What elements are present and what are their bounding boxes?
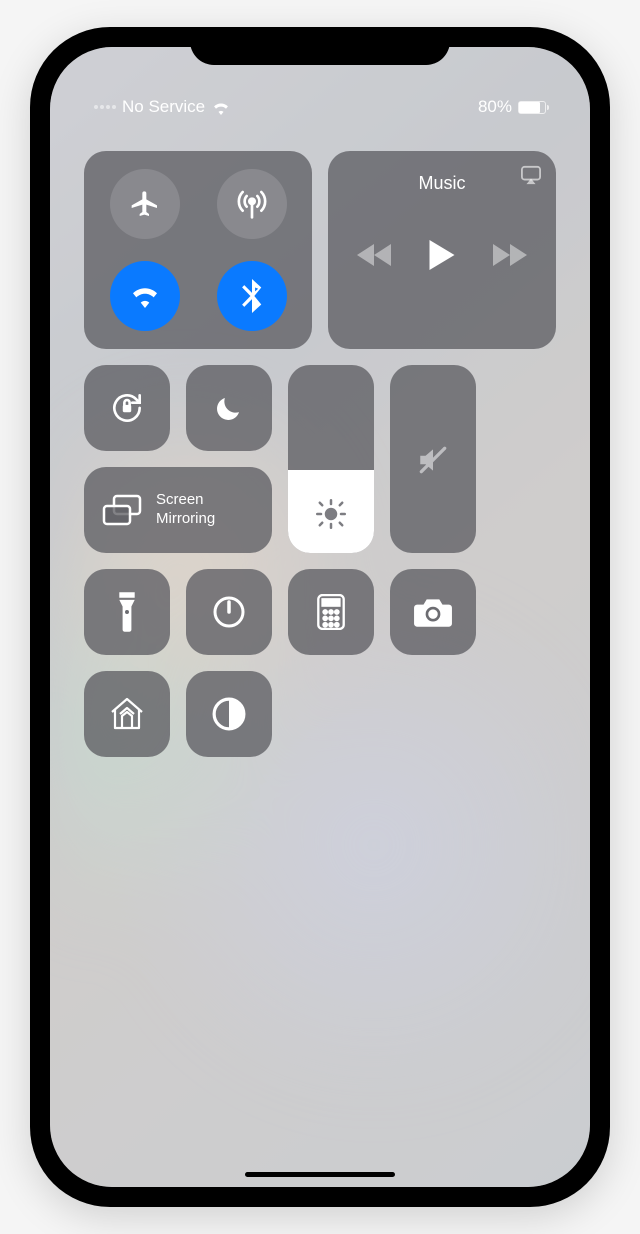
volume-slider[interactable] bbox=[390, 365, 476, 553]
screen-mirroring-icon bbox=[102, 494, 142, 526]
airplane-icon bbox=[129, 188, 161, 220]
dark-mode-button[interactable] bbox=[186, 671, 272, 757]
cellular-data-button[interactable] bbox=[217, 169, 287, 239]
calculator-button[interactable] bbox=[288, 569, 374, 655]
brightness-icon bbox=[316, 499, 346, 529]
timer-icon bbox=[211, 594, 247, 630]
contrast-icon bbox=[212, 697, 246, 731]
camera-icon bbox=[413, 597, 453, 627]
fast-forward-button[interactable] bbox=[493, 244, 527, 266]
flashlight-icon bbox=[116, 592, 138, 632]
bluetooth-icon bbox=[241, 279, 263, 313]
control-center: Music bbox=[50, 117, 590, 757]
volume-mute-icon bbox=[416, 443, 450, 477]
home-indicator[interactable] bbox=[245, 1172, 395, 1177]
wifi-button[interactable] bbox=[110, 261, 180, 331]
notch bbox=[190, 27, 450, 65]
media-title: Music bbox=[344, 173, 540, 194]
media-playback-tile[interactable]: Music bbox=[328, 151, 556, 349]
battery-percent: 80% bbox=[478, 97, 512, 117]
timer-button[interactable] bbox=[186, 569, 272, 655]
connectivity-group[interactable] bbox=[84, 151, 312, 349]
battery-icon bbox=[518, 101, 546, 114]
calculator-icon bbox=[317, 594, 345, 630]
cell-signal-icon bbox=[94, 105, 116, 109]
do-not-disturb-button[interactable] bbox=[186, 365, 272, 451]
play-button[interactable] bbox=[429, 240, 455, 270]
home-icon bbox=[108, 696, 146, 732]
screen-mirroring-button[interactable]: ScreenMirroring bbox=[84, 467, 272, 553]
wifi-icon bbox=[129, 283, 161, 309]
flashlight-button[interactable] bbox=[84, 569, 170, 655]
home-button[interactable] bbox=[84, 671, 170, 757]
wifi-icon bbox=[211, 100, 231, 115]
airplane-mode-button[interactable] bbox=[110, 169, 180, 239]
cellular-antenna-icon bbox=[236, 188, 268, 220]
screen: No Service 80% bbox=[50, 47, 590, 1187]
brightness-slider[interactable] bbox=[288, 365, 374, 553]
phone-frame: No Service 80% bbox=[30, 27, 610, 1207]
bluetooth-button[interactable] bbox=[217, 261, 287, 331]
rewind-button[interactable] bbox=[357, 244, 391, 266]
orientation-lock-button[interactable] bbox=[84, 365, 170, 451]
camera-button[interactable] bbox=[390, 569, 476, 655]
screen-mirroring-label: ScreenMirroring bbox=[156, 491, 215, 529]
orientation-lock-icon bbox=[108, 389, 146, 427]
carrier-label: No Service bbox=[122, 97, 205, 117]
moon-icon bbox=[214, 393, 244, 423]
airplay-icon bbox=[520, 165, 542, 185]
